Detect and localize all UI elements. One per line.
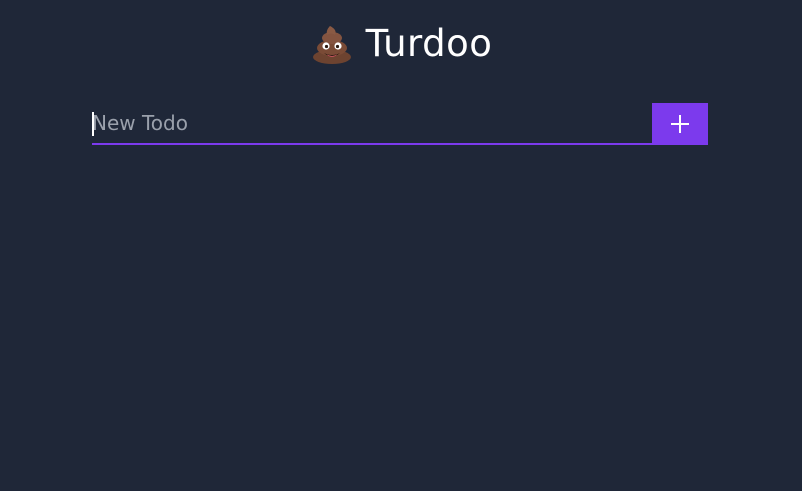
pile-of-poo-icon xyxy=(310,22,354,66)
app-title: Turdoo xyxy=(365,22,493,65)
add-todo-button[interactable] xyxy=(652,103,708,145)
new-todo-form xyxy=(92,103,708,145)
plus-icon xyxy=(670,114,690,134)
app-root: Turdoo xyxy=(0,0,802,491)
text-cursor xyxy=(92,112,94,136)
new-todo-input[interactable] xyxy=(92,103,652,143)
new-todo-input-wrapper xyxy=(92,103,652,145)
app-header: Turdoo xyxy=(0,20,802,68)
